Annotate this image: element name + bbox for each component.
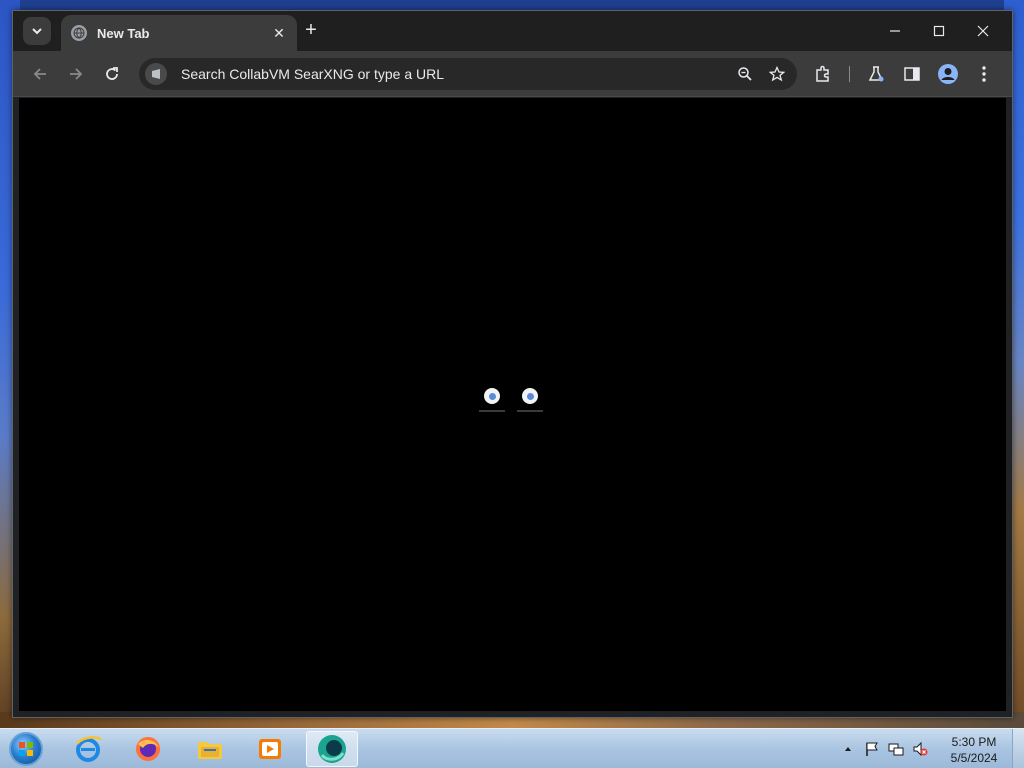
minimize-icon: [890, 30, 900, 32]
new-tab-page: [19, 98, 1006, 711]
title-bar: New Tab ✕ +: [13, 11, 1012, 51]
maximize-button[interactable]: [919, 17, 959, 45]
taskbar-clock[interactable]: 5:30 PM 5/5/2024: [944, 734, 1004, 766]
internet-explorer-icon[interactable]: [62, 731, 114, 767]
forward-button[interactable]: [65, 63, 87, 85]
minimize-button[interactable]: [875, 17, 915, 45]
shortcut-tile[interactable]: [472, 388, 512, 418]
globe-icon: [71, 25, 87, 41]
taskbar: 5:30 PM 5/5/2024: [0, 728, 1024, 768]
start-button[interactable]: [6, 730, 46, 768]
clock-time: 5:30 PM: [951, 735, 997, 749]
address-bar-placeholder[interactable]: Search CollabVM SearXNG or type a URL: [181, 66, 733, 82]
tray-expand-icon[interactable]: [840, 741, 856, 757]
shortcut-label: [517, 410, 543, 412]
shortcut-favicon-icon: [484, 388, 500, 404]
maximize-icon: [933, 25, 945, 37]
tab-title: New Tab: [97, 25, 150, 41]
new-tab-button[interactable]: +: [301, 20, 321, 41]
volume-muted-icon[interactable]: [912, 741, 928, 757]
back-button[interactable]: [29, 63, 51, 85]
file-explorer-icon[interactable]: [184, 731, 236, 767]
close-window-button[interactable]: [963, 17, 1003, 45]
bookmark-star-icon[interactable]: [765, 62, 789, 86]
windows-logo-icon: [9, 732, 43, 766]
reload-button[interactable]: [101, 63, 123, 85]
clock-date: 5/5/2024: [950, 751, 998, 765]
arrow-right-icon: [70, 68, 83, 80]
tab-new-tab[interactable]: New Tab ✕: [61, 15, 297, 51]
show-desktop-button[interactable]: [1012, 729, 1024, 768]
network-icon[interactable]: [888, 741, 904, 757]
side-panel-icon[interactable]: [900, 62, 924, 86]
close-icon: [977, 25, 989, 37]
address-bar[interactable]: Search CollabVM SearXNG or type a URL: [139, 58, 797, 90]
tab-search-button[interactable]: [23, 17, 51, 45]
labs-flask-icon[interactable]: [864, 62, 888, 86]
shortcut-tile[interactable]: [510, 388, 550, 418]
shortcut-label: [479, 410, 505, 412]
extensions-icon[interactable]: [811, 62, 835, 86]
reload-icon: [106, 67, 118, 80]
shortcut-favicon-icon: [522, 388, 538, 404]
chrome-icon[interactable]: [306, 731, 358, 767]
profile-avatar-icon[interactable]: [936, 62, 960, 86]
action-center-flag-icon[interactable]: [864, 741, 880, 757]
browser-toolbar: Search CollabVM SearXNG or type a URL: [13, 51, 1012, 97]
arrow-left-icon: [33, 68, 46, 80]
zoom-icon[interactable]: [733, 62, 757, 86]
search-engine-icon[interactable]: [145, 63, 167, 85]
tab-close-icon[interactable]: ✕: [271, 25, 287, 42]
toolbar-divider: [849, 66, 850, 82]
browser-window: New Tab ✕ + Search CollabVM SearXNG or t…: [12, 10, 1013, 718]
media-player-icon[interactable]: [244, 731, 296, 767]
menu-kebab-icon[interactable]: [972, 62, 996, 86]
firefox-icon[interactable]: [122, 731, 174, 767]
chevron-down-icon: [32, 28, 42, 35]
